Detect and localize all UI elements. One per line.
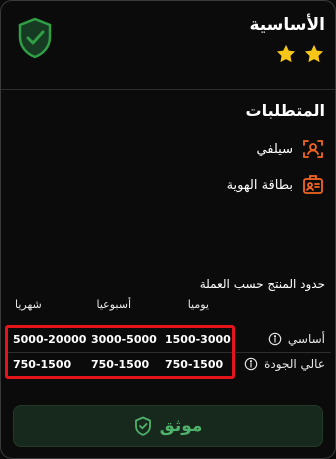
- face-scan-icon: [303, 140, 323, 158]
- star-icon: [276, 44, 296, 63]
- row-label-high-quality[interactable]: عالي الجودة: [244, 357, 325, 371]
- row-label-text: أساسي: [287, 332, 325, 346]
- id-card-icon: [303, 175, 323, 194]
- column-weekly: أسبوعيا: [96, 298, 131, 311]
- limits-title: حدود المنتج حسب العملة: [199, 277, 325, 291]
- requirement-selfie: سيلفي: [256, 137, 325, 161]
- tier-stars: [275, 43, 325, 65]
- requirement-id-card: بطاقة الهوية: [227, 173, 325, 197]
- requirements-title: المتطلبات: [245, 101, 325, 120]
- verified-label: موثق: [159, 416, 203, 436]
- column-daily: يوميا: [187, 298, 209, 311]
- requirement-label: سيلفي: [256, 141, 293, 157]
- info-icon[interactable]: [244, 357, 258, 371]
- verified-shield-icon: [18, 17, 52, 59]
- info-icon[interactable]: [268, 332, 282, 346]
- star-icon: [304, 44, 324, 63]
- column-monthly: شهريا: [15, 298, 42, 311]
- requirement-label: بطاقة الهوية: [226, 177, 293, 193]
- tier-header: الأساسية: [11, 15, 325, 75]
- highlight-box: [5, 325, 235, 379]
- verified-button[interactable]: موثق: [13, 405, 323, 447]
- row-label-text: عالي الجودة: [264, 357, 325, 371]
- tier-title: الأساسية: [249, 15, 325, 35]
- row-label-basic[interactable]: أساسي: [268, 332, 325, 346]
- divider: [1, 89, 335, 90]
- verification-tier-card: الأساسية المتطلبات سيلفي بطاقة الهوية حد…: [0, 0, 336, 459]
- shield-check-icon: [134, 416, 151, 436]
